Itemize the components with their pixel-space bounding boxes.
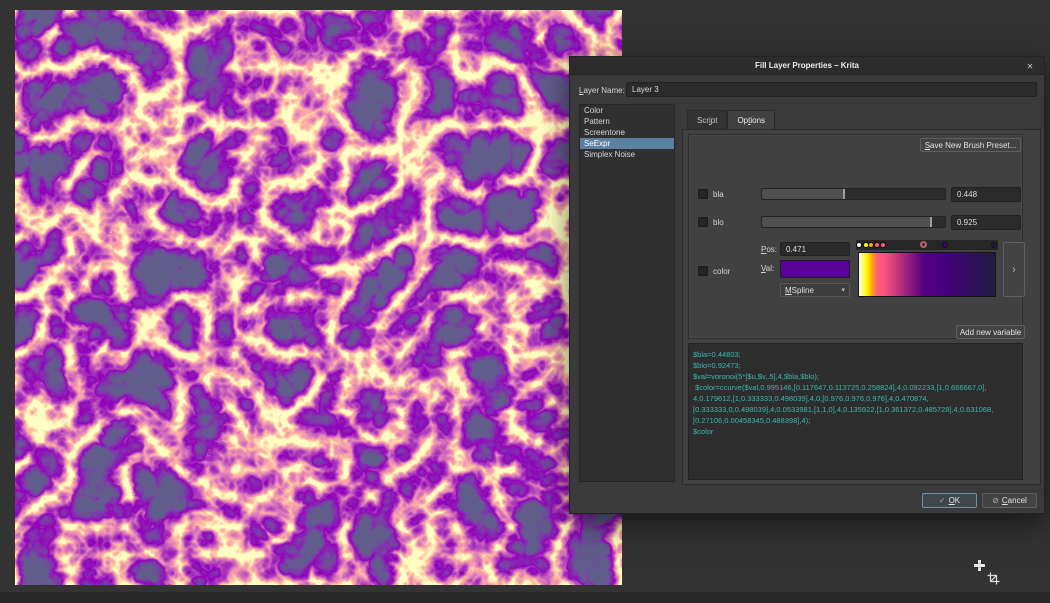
pos-input[interactable] <box>780 242 850 256</box>
ok-label: OK <box>949 496 961 505</box>
variable-name-bla: bla <box>713 190 724 199</box>
seexpr-script-editor[interactable]: $bla=0.44803;$blo=0.92473;$val=voronoi(5… <box>688 343 1023 480</box>
variable-value-blo[interactable] <box>951 215 1021 230</box>
gradient-stop-marker-5[interactable] <box>920 241 927 248</box>
chevron-down-icon: ▾ <box>841 286 845 294</box>
color-variable-row: color Pos: Val: MSpline ▾ › <box>689 238 1048 300</box>
slider-fill <box>762 189 844 199</box>
gradient-stop-marker-0[interactable] <box>856 242 862 248</box>
tab-script[interactable]: Script <box>687 110 727 129</box>
variables-group: Save New Brush Preset... bla blo color Po… <box>688 134 1023 339</box>
gradient-preview[interactable] <box>858 252 996 297</box>
list-item-pattern[interactable]: Pattern <box>580 116 674 127</box>
gradient-stop-marker-4[interactable] <box>880 242 886 248</box>
bottom-scroll-track[interactable] <box>0 592 1050 603</box>
crop-tool-cursor-icon <box>987 572 1000 585</box>
list-item-color[interactable]: Color <box>580 105 674 116</box>
list-item-screentone[interactable]: Screentone <box>580 127 674 138</box>
interpolation-value: MSpline <box>785 286 841 295</box>
gradient-editor <box>856 240 998 298</box>
krita-window: Fill Layer Properties – Krita ✕ Layer Na… <box>0 0 1050 603</box>
color-variable-name: color <box>713 267 730 276</box>
close-icon: ✕ <box>1027 62 1034 71</box>
check-icon: ✓ <box>939 496 946 505</box>
variable-slider-blo[interactable] <box>761 216 946 228</box>
interpolation-dropdown[interactable]: MSpline ▾ <box>780 283 850 297</box>
close-button[interactable]: ✕ <box>1024 61 1036 72</box>
variable-row-bla: bla <box>689 187 1048 202</box>
slider-fill <box>762 217 931 227</box>
generator-list[interactable]: ColorPatternScreentoneSeExprSimplex Nois… <box>579 104 675 482</box>
move-cursor-icon <box>974 560 985 571</box>
gradient-stop-marker-6[interactable] <box>942 242 948 248</box>
variable-row-blo: blo <box>689 215 1048 230</box>
code-line-6: [0.27106,0.00458345,0.488398],4); <box>693 415 1018 426</box>
variable-checkbox-blo[interactable] <box>698 217 708 227</box>
color-checkbox[interactable] <box>698 266 708 276</box>
pos-label: Pos: <box>761 245 777 254</box>
layer-name-input[interactable] <box>626 82 1037 97</box>
code-line-7: $color <box>693 426 1018 437</box>
slider-handle[interactable] <box>930 217 932 227</box>
slider-handle[interactable] <box>843 189 845 199</box>
color-swatch[interactable] <box>780 260 850 278</box>
gradient-stop-marker-7[interactable] <box>991 242 997 248</box>
code-line-5: [0.333333,0,0.498039],4,0.0533981,[1,1,0… <box>693 404 1018 415</box>
add-variable-button[interactable]: Add new variable <box>956 325 1025 339</box>
code-line-4: 4,0.179612,[1,0.333333,0.498039],4,0,[0.… <box>693 393 1018 404</box>
variable-name-blo: blo <box>713 218 724 227</box>
cancel-circle-icon: ⊘ <box>992 496 999 505</box>
layer-name-label: Layer Name: <box>579 86 625 95</box>
options-tab-pane: Save New Brush Preset... bla blo color Po… <box>682 129 1041 485</box>
dialog-title: Fill Layer Properties – Krita <box>755 61 859 70</box>
code-line-1: $blo=0.92473; <box>693 360 1018 371</box>
cancel-button[interactable]: ⊘ Cancel <box>982 493 1037 508</box>
list-item-simplex-noise[interactable]: Simplex Noise <box>580 149 674 160</box>
tab-bar: ScriptOptions <box>687 110 775 129</box>
code-line-2: $val=voronoi(5*[$u,$v,.5],4,$bla,$blo); <box>693 371 1018 382</box>
variable-slider-bla[interactable] <box>761 188 946 200</box>
ok-button[interactable]: ✓ OK <box>922 493 977 508</box>
list-item-seexpr[interactable]: SeExpr <box>580 138 674 149</box>
gradient-stop-strip[interactable] <box>856 240 998 250</box>
val-label: Val: <box>761 264 774 273</box>
dialog-titlebar[interactable]: Fill Layer Properties – Krita ✕ <box>570 57 1044 75</box>
canvas[interactable] <box>15 10 622 585</box>
code-line-3: $color=ccurve($val,0.995146,[0.117647,0.… <box>693 382 1018 393</box>
fill-layer-properties-dialog: Fill Layer Properties – Krita ✕ Layer Na… <box>569 56 1045 514</box>
gradient-expand-button[interactable]: › <box>1003 242 1025 297</box>
save-brush-preset-button[interactable]: Save New Brush Preset... <box>920 138 1021 152</box>
chevron-right-icon: › <box>1012 264 1016 276</box>
code-line-0: $bla=0.44803; <box>693 349 1018 360</box>
tab-options[interactable]: Options <box>727 110 775 130</box>
variable-checkbox-bla[interactable] <box>698 189 708 199</box>
cancel-label: Cancel <box>1002 496 1027 505</box>
voronoi-plasma-texture <box>15 10 622 585</box>
variable-value-bla[interactable] <box>951 187 1021 202</box>
